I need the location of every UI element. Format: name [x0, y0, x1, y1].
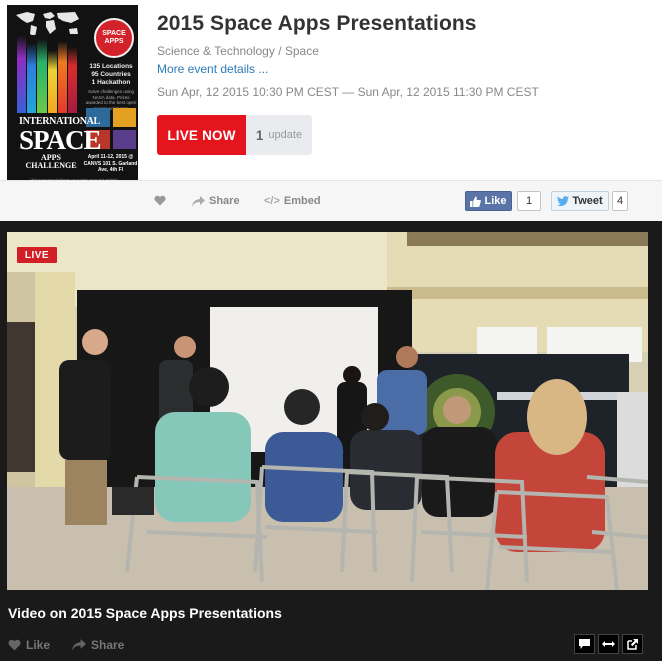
twitter-bird-icon — [557, 196, 570, 206]
comment-button[interactable] — [574, 634, 595, 654]
poster-stat: 1 Hackathon — [91, 79, 131, 86]
share-arrow-icon — [192, 195, 205, 206]
event-schedule: Sun Apr, 12 2015 10:30 PM CEST — Sun Apr… — [157, 85, 539, 99]
updates-button[interactable]: 1 update — [246, 115, 312, 155]
live-video-frame[interactable]: LIVE — [7, 232, 648, 590]
update-count: 1 — [255, 127, 264, 143]
live-badge: LIVE — [17, 247, 57, 263]
live-now-button[interactable]: LIVE NOW — [157, 115, 246, 155]
embed-label: Embed — [283, 195, 321, 207]
video-share-label: Share — [91, 638, 125, 652]
share-label: Share — [209, 195, 240, 207]
like-heart-button[interactable] — [154, 195, 166, 206]
event-action-bar: Share </> Embed Like 1 Tweet 4 — [0, 180, 662, 221]
video-title: Video on 2015 Space Apps Presentations — [8, 605, 282, 621]
expand-arrows-icon — [602, 641, 615, 647]
event-details-link[interactable]: More event details ... — [157, 62, 268, 76]
event-poster-image: SPACE APPS 135 Locations 95 Countries 1 … — [7, 5, 138, 201]
poster-stats: 135 Locations 95 Countries 1 Hackathon — [84, 63, 138, 87]
update-label: update — [268, 129, 303, 141]
poster-color-bars — [17, 35, 78, 113]
poster-dates: April 11-12, 2015 @ CANVS 101 S. Garland… — [83, 154, 138, 173]
video-like-label: Like — [26, 638, 51, 652]
facebook-like-label: Like — [484, 195, 507, 207]
event-header: SPACE APPS 135 Locations 95 Countries 1 … — [0, 0, 662, 201]
poster-stat: 135 Locations — [89, 63, 133, 70]
event-title: 2015 Space Apps Presentations — [157, 12, 477, 35]
video-share-button[interactable]: Share — [72, 638, 124, 652]
heart-icon — [8, 639, 21, 651]
space-apps-badge: SPACE APPS — [94, 18, 134, 58]
expand-width-button[interactable] — [598, 634, 619, 654]
comment-icon — [579, 639, 590, 649]
external-link-icon — [627, 638, 638, 650]
share-arrow-icon — [72, 639, 86, 651]
thumbs-up-icon — [470, 196, 482, 207]
tweet-label: Tweet — [572, 195, 603, 207]
heart-icon — [154, 195, 166, 206]
tweet-button[interactable]: Tweet — [551, 191, 609, 211]
poster-title: INTERNATIONAL SPACE APPS CHALLENGE — [19, 117, 102, 170]
poster-title-line: SPACE — [19, 125, 102, 155]
code-icon: </> — [264, 195, 280, 207]
event-category[interactable]: Science & Technology / Space — [157, 44, 319, 58]
share-button[interactable]: Share — [192, 195, 240, 207]
facebook-like-count: 1 — [517, 191, 541, 211]
video-scene — [7, 232, 648, 590]
video-like-button[interactable]: Like — [8, 638, 50, 652]
popout-button[interactable] — [622, 634, 643, 654]
facebook-like-button[interactable]: Like — [465, 191, 512, 211]
poster-stat: 95 Countries — [91, 71, 131, 78]
video-player: LIVE Video on 2015 Space Apps Presentati… — [0, 221, 662, 661]
poster-title-line: APPS CHALLENGE — [25, 153, 77, 170]
embed-button[interactable]: </> Embed — [264, 195, 321, 207]
tweet-count: 4 — [612, 191, 628, 211]
